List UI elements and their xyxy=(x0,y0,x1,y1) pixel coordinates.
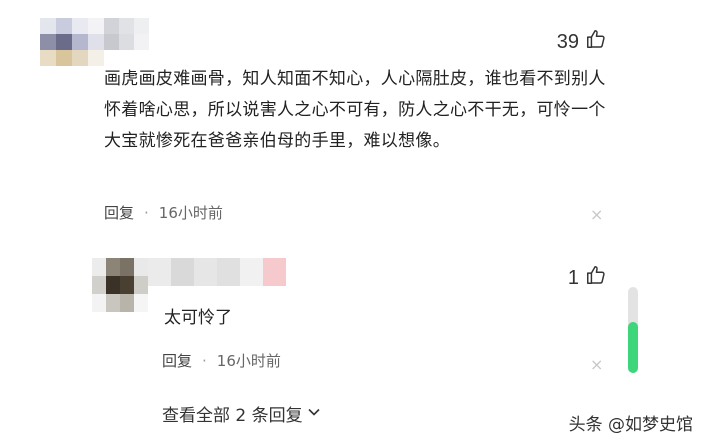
view-all-label: 查看全部 2 条回复 xyxy=(162,406,303,426)
reply-like-count: 1 xyxy=(567,266,579,289)
comment-meta: 回复 · 16小时前 xyxy=(104,202,223,223)
chevron-down-icon xyxy=(307,404,321,424)
meta-separator: · xyxy=(202,351,207,370)
comment-text: 画虎画皮难画骨，知人知面不知心，人心隔肚皮，谁也看不到别人怀着啥心思，所以说害人… xyxy=(104,69,606,151)
avatar[interactable] xyxy=(40,18,104,66)
reply-button[interactable]: 回复 xyxy=(104,202,134,223)
reply-text: 太可怜了 xyxy=(164,308,232,328)
reply-reply-button[interactable]: 回复 xyxy=(162,350,192,371)
meta-separator: · xyxy=(144,203,149,222)
reply-username-blurred[interactable] xyxy=(148,258,286,286)
thumbs-up-icon xyxy=(585,28,607,56)
close-icon[interactable]: × xyxy=(590,355,603,374)
watermark: 头条 @如梦史馆 xyxy=(568,415,693,435)
reply-like-button[interactable]: 1 xyxy=(568,264,607,292)
timestamp: 16小时前 xyxy=(158,204,223,222)
reply-timestamp: 16小时前 xyxy=(216,352,281,370)
scrollbar-thumb[interactable] xyxy=(628,322,638,373)
like-button[interactable]: 39 xyxy=(557,28,607,56)
view-all-replies-link[interactable]: 查看全部 2 条回复 xyxy=(162,401,321,426)
like-count: 39 xyxy=(556,30,579,53)
username-blurred[interactable] xyxy=(104,18,149,50)
reply-meta: 回复 · 16小时前 xyxy=(162,350,281,371)
thumbs-up-icon xyxy=(585,264,607,292)
close-icon[interactable]: × xyxy=(590,205,603,224)
reply-avatar[interactable] xyxy=(92,258,148,312)
